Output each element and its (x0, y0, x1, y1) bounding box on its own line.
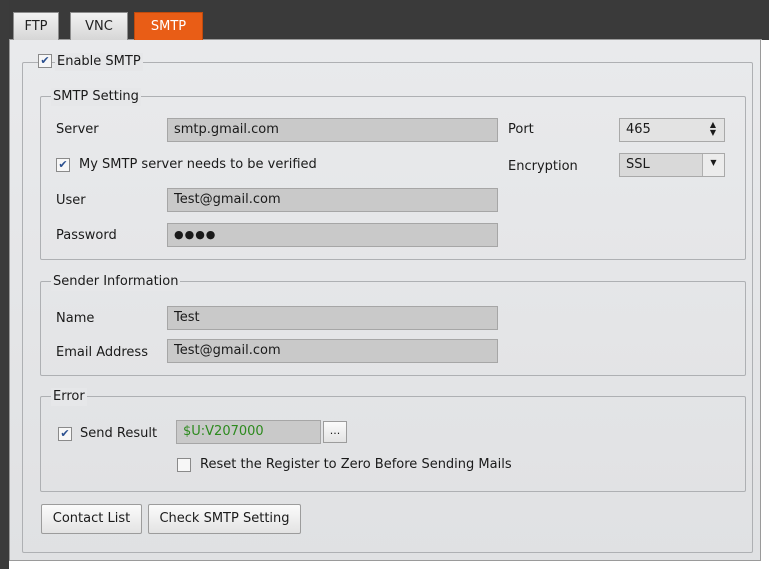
tab-vnc[interactable]: VNC (70, 12, 128, 40)
reset-register-checkbox[interactable] (177, 458, 191, 472)
password-label: Password (56, 228, 117, 243)
check-smtp-setting-button[interactable]: Check SMTP Setting (148, 504, 301, 534)
sender-info-title: Sender Information (51, 273, 181, 291)
window-left-edge (0, 0, 9, 569)
encryption-value: SSL (626, 157, 650, 172)
contact-list-button[interactable]: Contact List (41, 504, 142, 534)
name-label: Name (56, 311, 95, 326)
enable-smtp-label: Enable SMTP (55, 53, 143, 71)
reset-register-label: Reset the Register to Zero Before Sendin… (200, 457, 512, 472)
send-result-checkbox[interactable]: ✔ (58, 427, 72, 441)
email-address-label: Email Address (56, 345, 148, 360)
enable-smtp-checkbox[interactable]: ✔ (38, 54, 52, 68)
checkmark-icon: ✔ (60, 427, 70, 440)
verify-checkbox[interactable]: ✔ (56, 158, 70, 172)
browse-button[interactable]: ... (323, 421, 347, 443)
name-field[interactable]: Test (167, 306, 498, 330)
checkmark-icon: ✔ (40, 54, 50, 67)
port-value: 465 (626, 122, 651, 137)
user-field[interactable]: Test@gmail.com (167, 188, 498, 212)
server-label: Server (56, 122, 99, 137)
port-spinner[interactable]: 465 ▲ ▼ (619, 118, 725, 142)
verify-label: My SMTP server needs to be verified (79, 157, 317, 172)
spinner-arrows-icon[interactable]: ▲ ▼ (710, 121, 716, 137)
encryption-label: Encryption (508, 159, 578, 174)
error-group (40, 396, 746, 492)
email-address-field[interactable]: Test@gmail.com (167, 339, 498, 363)
checkmark-icon: ✔ (58, 158, 68, 171)
smtp-setting-title: SMTP Setting (51, 88, 141, 106)
tab-ftp[interactable]: FTP (13, 12, 59, 40)
port-label: Port (508, 122, 534, 137)
tab-smtp[interactable]: SMTP (134, 12, 203, 40)
send-result-label: Send Result (80, 426, 158, 441)
user-label: User (56, 193, 86, 208)
chevron-down-icon[interactable]: ▼ (702, 154, 724, 176)
error-title: Error (51, 388, 87, 406)
encryption-select[interactable]: SSL ▼ (619, 153, 725, 177)
register-field[interactable]: $U:V207000 (176, 420, 321, 444)
password-field[interactable]: ●●●● (167, 223, 498, 247)
server-field[interactable]: smtp.gmail.com (167, 118, 498, 142)
